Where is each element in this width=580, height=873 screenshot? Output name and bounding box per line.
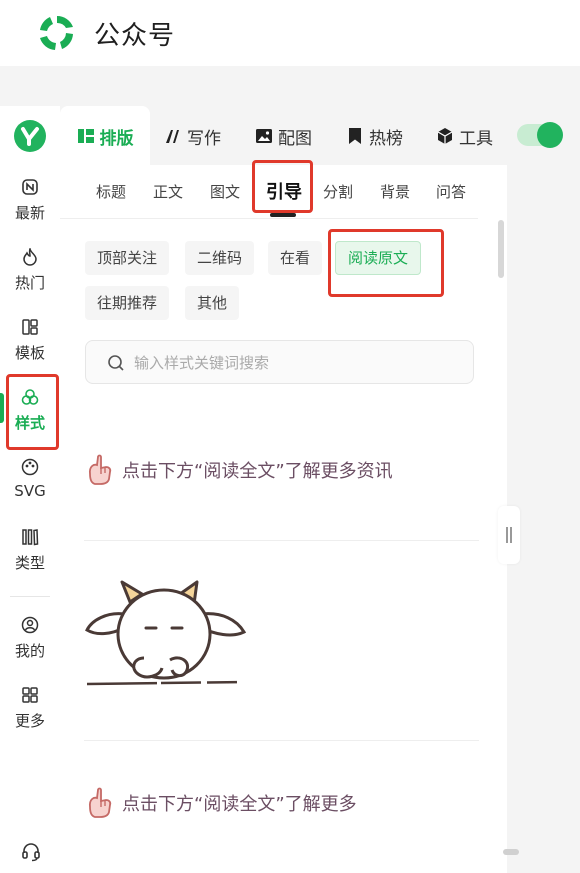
subtab-background[interactable]: 背景	[380, 181, 410, 202]
panel-resize-handle[interactable]	[498, 506, 520, 564]
tab-label: 工具	[459, 128, 493, 149]
rail-item-hot[interactable]: 热门	[0, 248, 60, 308]
style-text: 点击下方“阅读全文”了解更多	[122, 794, 357, 815]
style-item-read-more-info[interactable]: 点击下方“阅读全文”了解更多资讯	[84, 452, 479, 488]
style-text: 点击下方“阅读全文”了解更多资讯	[122, 461, 393, 482]
rail-item-mine[interactable]: 我的	[0, 616, 60, 676]
svg-icon	[21, 458, 39, 476]
main-tab-bar: 排版 写作 配图 热榜 工具	[60, 106, 580, 166]
chip-other[interactable]: 其他	[185, 286, 240, 320]
cartoon-cow-sticker-icon[interactable]	[82, 572, 252, 697]
chip-top-follow[interactable]: 顶部关注	[85, 241, 170, 275]
tab-image[interactable]: 配图	[255, 106, 312, 166]
grip-line	[510, 527, 512, 543]
tab-hot-list[interactable]: 热榜	[346, 106, 403, 166]
category-icon	[22, 529, 39, 546]
rail-label: 热门	[14, 274, 45, 292]
panel-toggle-switch[interactable]	[517, 122, 563, 148]
search-icon	[108, 355, 124, 371]
rail-item-new[interactable]: 最新	[0, 178, 60, 238]
grip-line	[506, 527, 508, 543]
chip-read-original[interactable]: 阅读原文	[335, 241, 422, 275]
subtab-image-text[interactable]: 图文	[210, 181, 240, 202]
template-icon	[22, 319, 38, 335]
subtab-qa[interactable]: 问答	[436, 181, 466, 202]
rail-item-style[interactable]: 样式	[0, 388, 60, 448]
rail-label: 样式	[14, 414, 45, 432]
tab-tools[interactable]: 工具	[436, 106, 493, 166]
style-icon	[21, 389, 39, 405]
user-icon	[21, 616, 39, 634]
rail-item-more[interactable]: 更多	[0, 686, 60, 746]
search-input[interactable]	[134, 351, 454, 375]
rail-item-template[interactable]: 模板	[0, 318, 60, 378]
rail-divider	[10, 596, 50, 597]
rail-label: 最新	[14, 204, 45, 222]
subtab-body[interactable]: 正文	[153, 181, 183, 202]
cube-icon	[437, 128, 453, 144]
subtab-divider[interactable]: 分割	[323, 181, 353, 202]
style-line: 点击下方“阅读全文”了解更多资讯	[84, 452, 479, 488]
bottom-scrollbar-thumb[interactable]	[503, 849, 519, 855]
pointing-hand-icon	[88, 454, 112, 485]
bookmark-icon	[349, 128, 361, 144]
search-box	[85, 340, 474, 384]
headset-icon[interactable]	[20, 840, 42, 862]
style-panel: 标题 正文 图文 引导 分割 背景 问答 顶部关注 二维码 在看 阅读原文 往期…	[60, 165, 507, 873]
tab-label: 写作	[187, 128, 221, 149]
image-icon	[256, 129, 272, 143]
pen-icon	[166, 130, 179, 143]
divider-line	[84, 540, 479, 541]
rail-label: 我的	[14, 642, 45, 660]
tab-label: 配图	[278, 128, 312, 149]
tab-layout[interactable]: 排版	[60, 106, 150, 166]
rail-item-svg[interactable]: SVG	[0, 458, 60, 518]
rail-item-category[interactable]: 类型	[0, 528, 60, 588]
subtab-active-underline	[270, 213, 296, 217]
wechat-official-account-logo-icon	[40, 15, 73, 50]
rail-label: 模板	[14, 344, 45, 362]
chip-watching[interactable]: 在看	[268, 241, 323, 275]
chip-past-recommend[interactable]: 往期推荐	[85, 286, 170, 320]
subtab-guide[interactable]: 引导	[266, 178, 302, 204]
brand-logo-icon[interactable]	[14, 120, 46, 152]
rail-label: SVG	[14, 482, 46, 500]
style-item-read-more[interactable]: 点击下方“阅读全文”了解更多	[84, 785, 479, 821]
tab-label: 排版	[99, 128, 134, 149]
app-title: 公众号	[94, 21, 176, 51]
new-icon	[22, 179, 38, 195]
app-header: 公众号	[0, 0, 580, 66]
subtab-title[interactable]: 标题	[96, 181, 126, 202]
rail-label: 类型	[14, 554, 45, 572]
tab-write[interactable]: 写作	[164, 106, 221, 166]
left-rail: 最新 热门 模板 样式 SVG 类型 我的 更多	[0, 106, 60, 873]
sub-tab-bar: 标题 正文 图文 引导 分割 背景 问答	[60, 165, 478, 219]
divider-line	[84, 740, 479, 741]
style-line: 点击下方“阅读全文”了解更多	[84, 785, 479, 821]
rail-label: 更多	[14, 712, 45, 730]
tab-label: 热榜	[369, 128, 403, 149]
vertical-scrollbar-thumb[interactable]	[498, 220, 504, 278]
pointing-hand-icon	[88, 787, 112, 818]
chip-qr-code[interactable]: 二维码	[185, 241, 255, 275]
toggle-knob	[537, 122, 563, 148]
layout-icon	[77, 129, 94, 143]
fire-icon	[23, 248, 37, 266]
grid-icon	[22, 687, 38, 703]
